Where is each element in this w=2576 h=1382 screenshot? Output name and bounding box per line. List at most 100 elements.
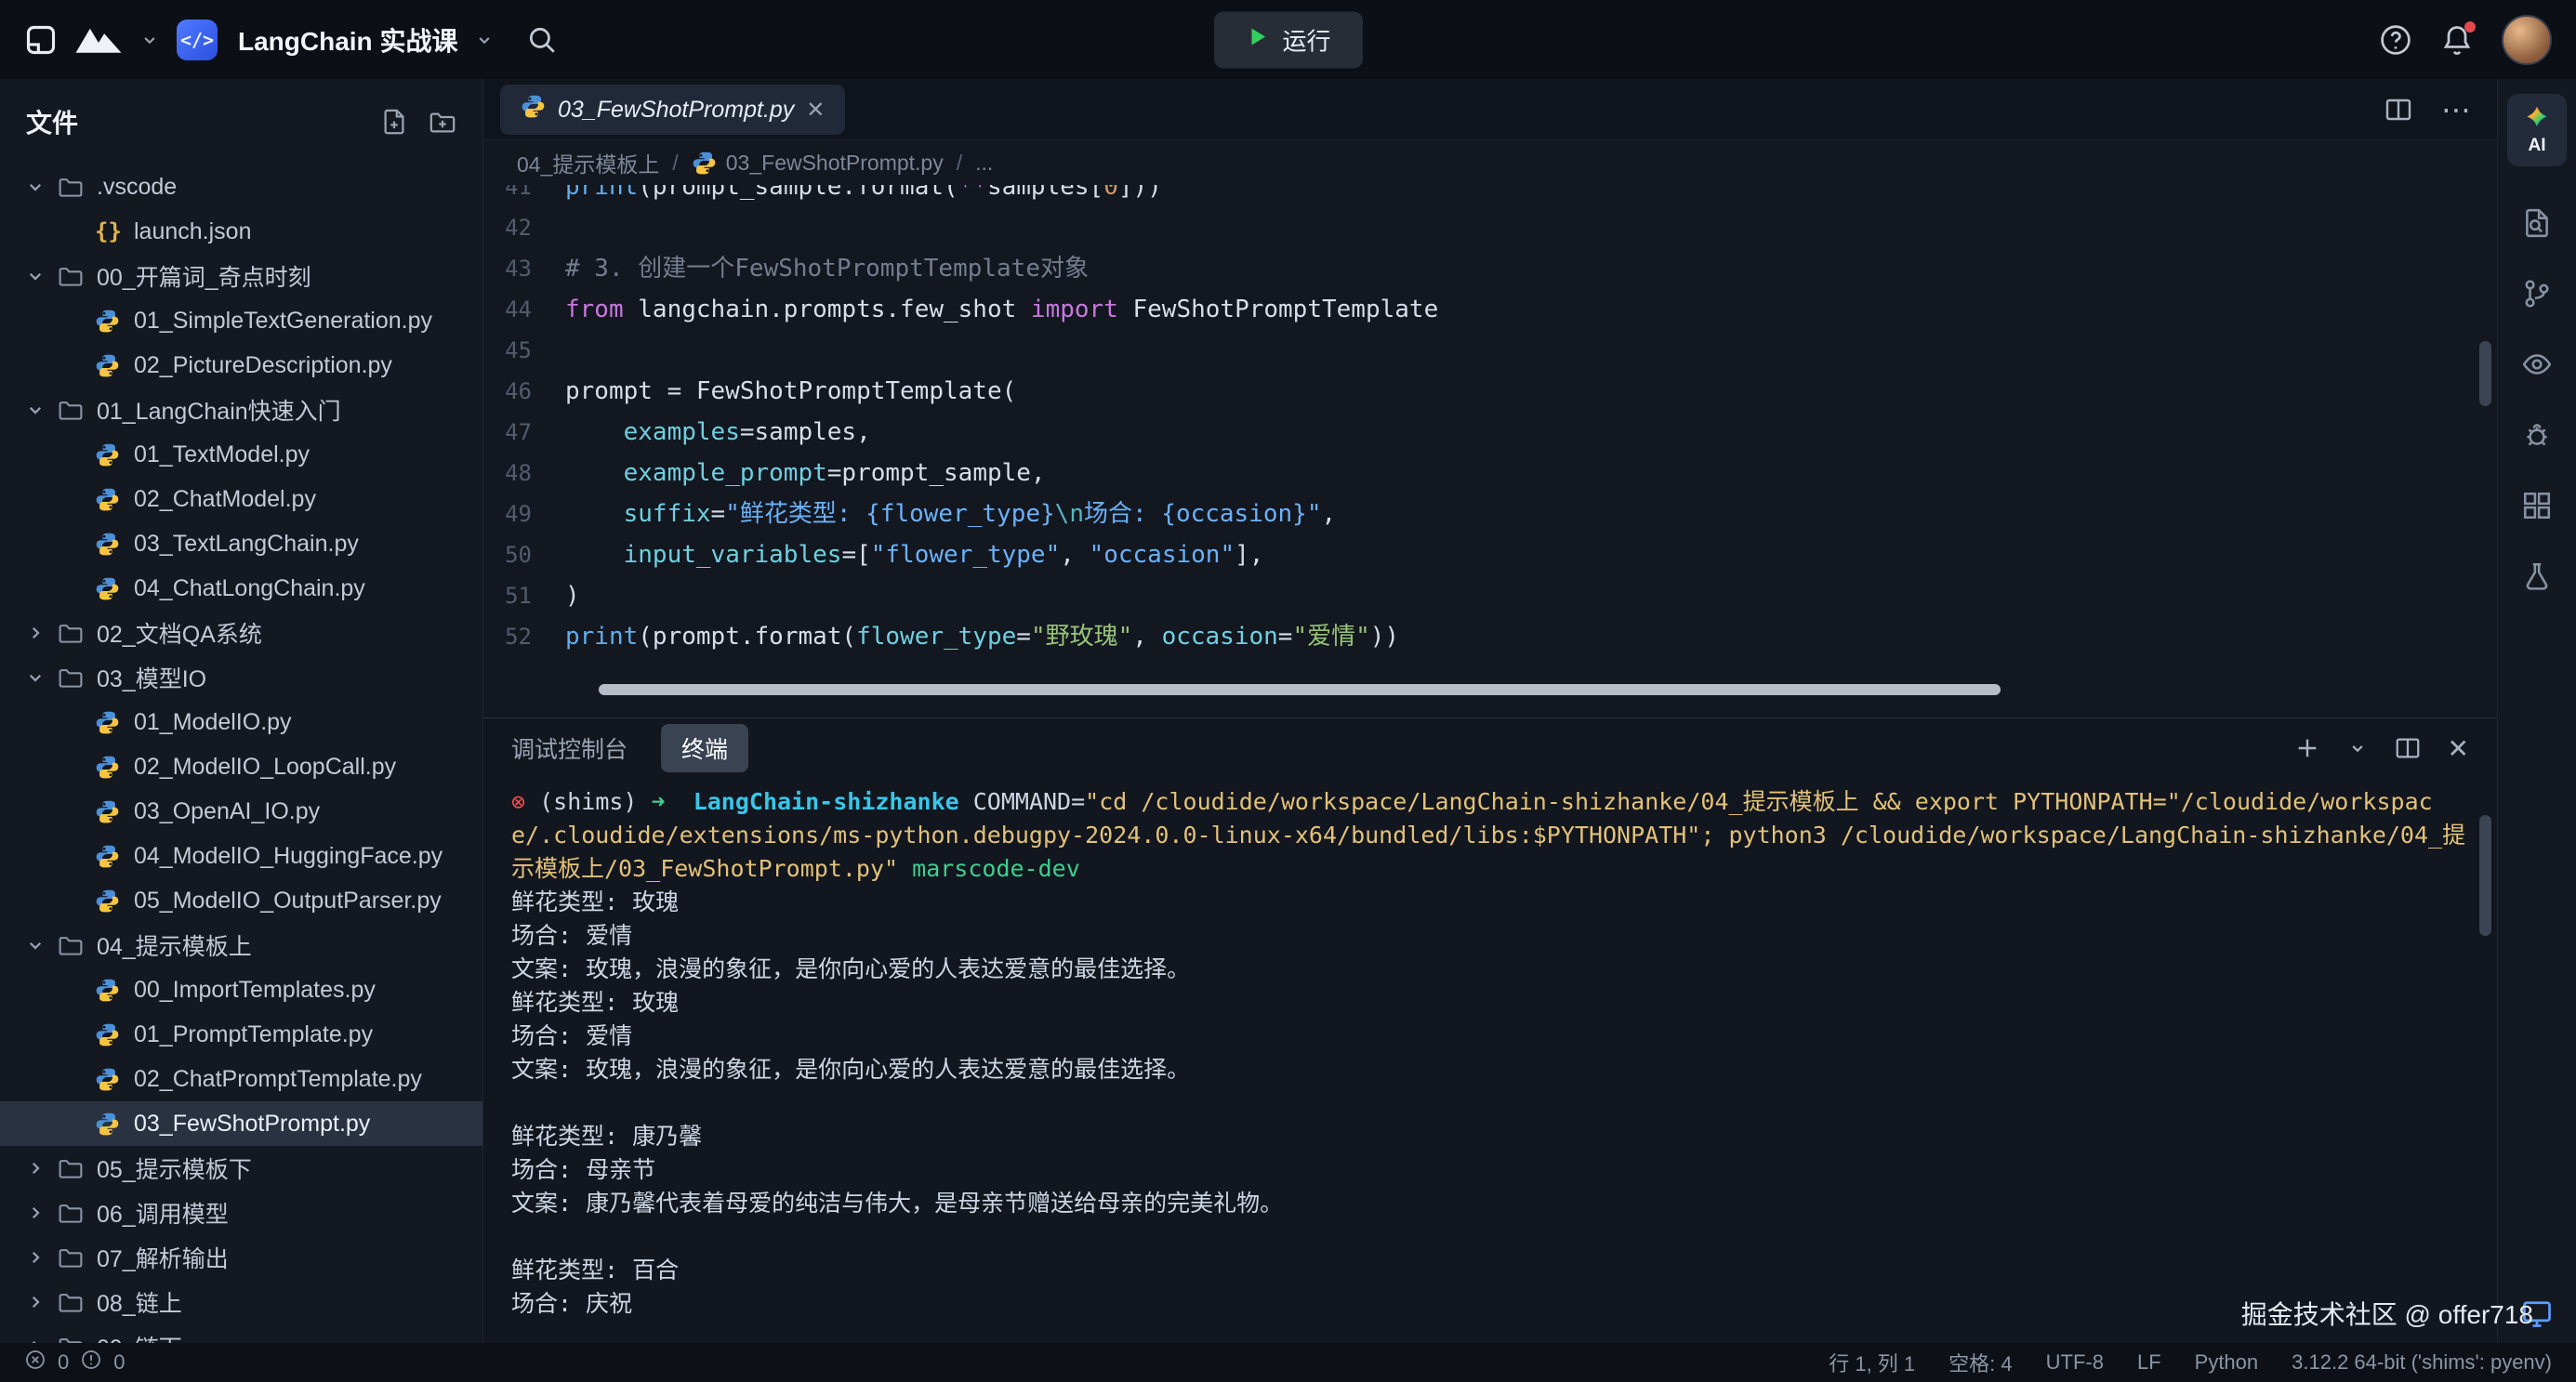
code-editor[interactable]: 41print(prompt_sample.format(**samples[0… xyxy=(483,185,2497,717)
tree-folder-item[interactable]: 02_文档QA系统 xyxy=(0,611,482,655)
tree-file-item[interactable]: 01_ModelIO.py xyxy=(0,700,482,744)
editor-tab[interactable]: 03_FewShotPrompt.py ✕ xyxy=(500,85,845,135)
user-avatar[interactable] xyxy=(2502,15,2552,65)
tree-folder-item[interactable]: 09_链下 xyxy=(0,1324,482,1343)
run-button[interactable]: 运行 xyxy=(1213,11,1362,68)
tree-item-label: 00_ImportTemplates.py xyxy=(134,977,376,1004)
tree-folder-item[interactable]: 05_提示模板下 xyxy=(0,1146,482,1191)
tree-file-item[interactable]: 02_ChatPromptTemplate.py xyxy=(0,1057,482,1101)
notifications-bell-icon[interactable] xyxy=(2440,23,2474,57)
code-line[interactable]: 49 suffix="鲜花类型: {flower_type}\n场合: {occ… xyxy=(483,494,2497,534)
close-panel-icon[interactable]: ✕ xyxy=(2448,733,2469,764)
tree-file-item[interactable]: 02_ChatModel.py xyxy=(0,477,482,521)
new-file-icon[interactable] xyxy=(380,108,408,136)
tree-folder-item[interactable]: 01_LangChain快速入门 xyxy=(0,388,482,432)
tree-file-item[interactable]: 00_ImportTemplates.py xyxy=(0,967,482,1012)
search-icon[interactable] xyxy=(526,24,558,56)
python-file-icon xyxy=(95,1022,134,1047)
terminal-output[interactable]: ⊗ (shims) ➜ LangChain-shizhanke COMMAND=… xyxy=(483,778,2497,1343)
preview-eye-icon[interactable] xyxy=(2521,349,2553,380)
code-line[interactable]: 42 xyxy=(483,207,2497,248)
code-line[interactable]: 41print(prompt_sample.format(**samples[0… xyxy=(483,185,2497,207)
status-item[interactable]: 3.12.2 64-bit ('shims': pyenv) xyxy=(2292,1350,2552,1375)
python-file-icon xyxy=(95,755,134,780)
tree-folder-item[interactable]: 08_链上 xyxy=(0,1280,482,1324)
code-text: prompt = FewShotPromptTemplate( xyxy=(565,371,1016,412)
problems-indicator[interactable]: 0 0 xyxy=(24,1349,125,1376)
terminal-line: 鲜花类型: 玫瑰 xyxy=(511,886,2469,919)
file-search-icon[interactable] xyxy=(2521,207,2553,239)
app-logo-icon[interactable] xyxy=(24,23,58,57)
editor-horizontal-scrollbar[interactable] xyxy=(599,684,2001,695)
tree-file-item[interactable]: 02_PictureDescription.py xyxy=(0,343,482,388)
code-line[interactable]: 44from langchain.prompts.few_shot import… xyxy=(483,289,2497,330)
tree-file-item[interactable]: 04_ChatLongChain.py xyxy=(0,566,482,611)
close-tab-icon[interactable]: ✕ xyxy=(806,97,825,124)
tree-file-item[interactable]: 04_ModelIO_HuggingFace.py xyxy=(0,834,482,878)
chevron-down-icon[interactable] xyxy=(474,30,495,50)
tree-file-item[interactable]: {}launch.json xyxy=(0,209,482,254)
status-item[interactable]: LF xyxy=(2137,1350,2161,1375)
tree-file-item[interactable]: 03_FewShotPrompt.py xyxy=(0,1101,482,1146)
source-control-icon[interactable] xyxy=(2521,278,2553,309)
terminal-tab[interactable]: 调试控制台 xyxy=(511,731,627,765)
watermark: 掘金技术社区 @ offer718 xyxy=(2241,1295,2533,1332)
folder-icon xyxy=(58,665,97,691)
tree-folder-item[interactable]: .vscode xyxy=(0,165,482,209)
workspace-title[interactable]: LangChain 实战课 xyxy=(238,21,457,59)
tree-folder-item[interactable]: 00_开篇词_奇点时刻 xyxy=(0,254,482,298)
breadcrumb-item[interactable]: 04_提示模板上 xyxy=(517,147,659,178)
breadcrumb-item[interactable]: ... xyxy=(975,151,993,176)
terminal-dropdown-chevron-icon[interactable] xyxy=(2347,738,2368,758)
ai-assistant-icon[interactable]: AI xyxy=(2507,94,2567,166)
chevron-down-icon[interactable] xyxy=(139,30,160,50)
status-item[interactable]: UTF-8 xyxy=(2046,1350,2104,1375)
extensions-icon[interactable] xyxy=(2521,490,2553,521)
breadcrumb-separator: / xyxy=(957,151,962,176)
tree-folder-item[interactable]: 03_模型IO xyxy=(0,655,482,700)
split-terminal-icon[interactable] xyxy=(2394,734,2422,762)
terminal-line: 文案: 康乃馨代表着母爱的纯洁与伟大，是母亲节赠送给母亲的完美礼物。 xyxy=(511,1187,2469,1220)
breadcrumb-item[interactable]: 03_FewShotPrompt.py xyxy=(692,151,944,176)
help-icon[interactable] xyxy=(2379,23,2412,57)
status-item[interactable]: 空格: 4 xyxy=(1949,1348,2012,1377)
tree-file-item[interactable]: 01_SimpleTextGeneration.py xyxy=(0,298,482,343)
terminal-tab[interactable]: 终端 xyxy=(661,724,748,772)
code-line[interactable]: 43# 3. 创建一个FewShotPromptTemplate对象 xyxy=(483,248,2497,289)
debug-icon[interactable] xyxy=(2521,419,2553,451)
python-file-icon xyxy=(95,576,134,601)
tree-file-item[interactable]: 01_TextModel.py xyxy=(0,432,482,477)
terminal-vertical-scrollbar[interactable] xyxy=(2479,815,2491,936)
tree-item-label: 04_提示模板上 xyxy=(97,928,252,962)
code-line[interactable]: 45 xyxy=(483,330,2497,371)
tests-flask-icon[interactable] xyxy=(2521,560,2553,592)
marscode-logo-icon[interactable] xyxy=(74,25,123,55)
python-file-icon xyxy=(95,1112,134,1137)
tree-item-label: 03_TextLangChain.py xyxy=(134,531,359,558)
editor-vertical-scrollbar[interactable] xyxy=(2479,341,2491,406)
tree-folder-item[interactable]: 06_调用模型 xyxy=(0,1191,482,1235)
code-line[interactable]: 52print(prompt.format(flower_type="野玫瑰",… xyxy=(483,616,2497,657)
new-folder-icon[interactable] xyxy=(429,108,456,136)
status-item[interactable]: Python xyxy=(2195,1350,2259,1375)
more-actions-icon[interactable]: ⋯ xyxy=(2441,92,2471,127)
line-number: 46 xyxy=(483,371,565,412)
chevron-down-icon xyxy=(24,399,58,421)
tree-file-item[interactable]: 03_TextLangChain.py xyxy=(0,521,482,566)
tree-file-item[interactable]: 05_ModelIO_OutputParser.py xyxy=(0,878,482,923)
tree-file-item[interactable]: 02_ModelIO_LoopCall.py xyxy=(0,744,482,789)
notification-dot xyxy=(2464,21,2476,33)
tree-file-item[interactable]: 01_PromptTemplate.py xyxy=(0,1012,482,1057)
python-file-icon xyxy=(95,442,134,467)
code-line[interactable]: 51) xyxy=(483,575,2497,616)
tree-file-item[interactable]: 03_OpenAI_IO.py xyxy=(0,789,482,834)
code-line[interactable]: 46prompt = FewShotPromptTemplate( xyxy=(483,371,2497,412)
new-terminal-icon[interactable] xyxy=(2293,734,2321,762)
code-line[interactable]: 48 example_prompt=prompt_sample, xyxy=(483,453,2497,494)
code-line[interactable]: 50 input_variables=["flower_type", "occa… xyxy=(483,534,2497,575)
tree-folder-item[interactable]: 07_解析输出 xyxy=(0,1235,482,1280)
code-line[interactable]: 47 examples=samples, xyxy=(483,412,2497,453)
tree-folder-item[interactable]: 04_提示模板上 xyxy=(0,923,482,967)
split-editor-icon[interactable] xyxy=(2384,95,2413,125)
status-item[interactable]: 行 1, 列 1 xyxy=(1829,1348,1915,1377)
